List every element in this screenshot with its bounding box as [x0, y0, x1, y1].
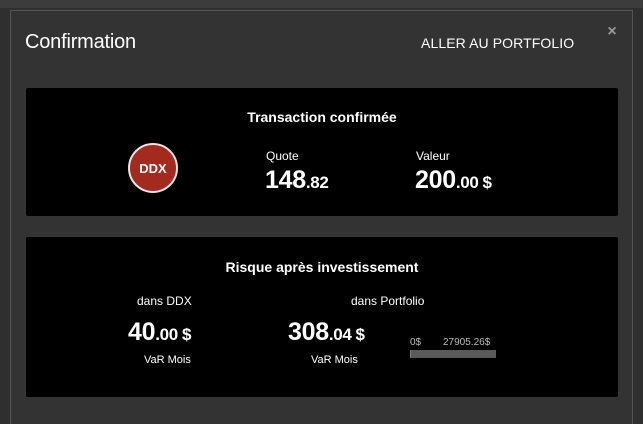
background-toolbar [0, 0, 643, 8]
ddx-var-int: 40 [128, 318, 156, 346]
ticker-badge: DDX [128, 143, 178, 193]
modal-header: Confirmation ALLER AU PORTFOLIO × [11, 11, 632, 73]
quote-value: 148.82 [265, 166, 329, 195]
range-max-label: 27905.26$ [443, 337, 491, 348]
confirmation-modal: Confirmation ALLER AU PORTFOLIO × Transa… [10, 10, 633, 424]
quote-int: 148 [265, 166, 306, 194]
portfolio-var-value: 308.04 $ [288, 318, 365, 347]
transaction-heading: Transaction confirmée [247, 109, 397, 125]
value-frac: .00 [455, 173, 479, 192]
value-label: Valeur [416, 149, 450, 163]
quote-label: Quote [266, 149, 299, 163]
ddx-var-sublabel: VaR Mois [144, 354, 191, 366]
close-icon[interactable]: × [605, 24, 619, 40]
value-int: 200 [415, 166, 456, 194]
transaction-panel: Transaction confirmée DDX Quote 148.82 V… [26, 88, 618, 216]
range-min-label: 0$ [410, 337, 422, 348]
range-bar-track [410, 350, 496, 358]
quote-frac: .82 [305, 173, 329, 192]
risk-heading: Risque après investissement [225, 259, 419, 275]
portfolio-var-currency: $ [355, 325, 365, 344]
ddx-risk-label: dans DDX [137, 294, 192, 308]
portfolio-risk-label: dans Portfolio [351, 294, 425, 308]
portfolio-var-sublabel: VaR Mois [311, 354, 358, 366]
portfolio-var-frac: .04 [328, 325, 352, 344]
ddx-var-frac: .00 [155, 325, 178, 344]
ddx-var-value: 40.00 $ [128, 318, 191, 347]
range-bar-fill [410, 350, 411, 358]
ddx-var-currency: $ [181, 325, 192, 344]
transaction-value: 200.00 $ [415, 166, 492, 195]
risk-panel: Risque après investissement dans DDX 40.… [26, 237, 618, 397]
modal-title: Confirmation [25, 31, 136, 53]
portfolio-var-int: 308 [288, 318, 329, 346]
go-to-portfolio-link[interactable]: ALLER AU PORTFOLIO [421, 35, 574, 51]
value-currency: $ [482, 173, 492, 192]
